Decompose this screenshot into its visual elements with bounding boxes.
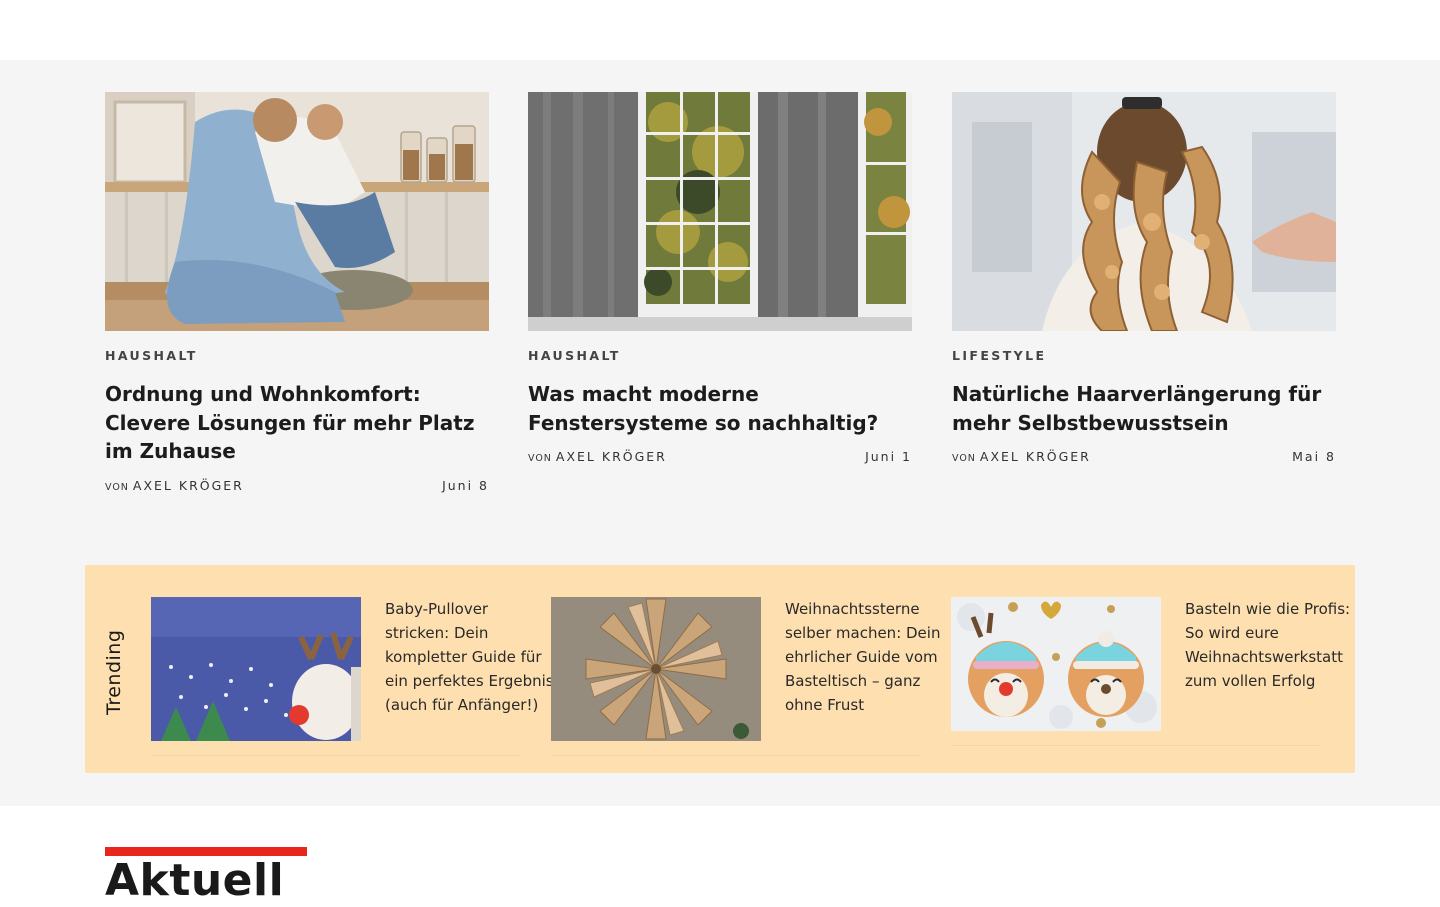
article-image-window[interactable] [528,92,912,331]
top-white-strip [0,0,1440,60]
article-card[interactable]: LIFESTYLE Natürliche Haarverlängerung fü… [952,92,1336,464]
trending-image-paper-reindeer[interactable] [951,597,1161,731]
trending-image-paper-star[interactable] [551,597,761,741]
article-card[interactable]: HAUSHALT Was macht moderne Fenstersystem… [528,92,912,464]
trending-image-knit-sweater[interactable] [151,597,361,741]
article-byline: VON AXEL KRÖGER [105,478,244,493]
article-date: Mai 8 [1292,449,1336,464]
article-byline: VON AXEL KRÖGER [952,449,1091,464]
trending-title[interactable]: Basteln wie die Profis: So wird eure Wei… [1185,597,1355,693]
trending-title[interactable]: Weihnachtssterne selber machen: Dein ehr… [785,597,955,717]
article-meta: VON AXEL KRÖGER Juni 8 [105,478,489,493]
article-author[interactable]: AXEL KRÖGER [980,449,1091,464]
article-category[interactable]: HAUSHALT [105,348,489,364]
trending-label: Trending [103,629,125,715]
trending-divider [151,755,521,756]
article-author[interactable]: AXEL KRÖGER [133,478,244,493]
byline-prefix: VON [528,453,552,464]
article-title[interactable]: Natürliche Haarverlängerung für mehr Sel… [952,380,1336,437]
byline-prefix: VON [952,453,976,464]
article-category[interactable]: LIFESTYLE [952,348,1336,364]
article-date: Juni 1 [865,449,912,464]
article-meta: VON AXEL KRÖGER Mai 8 [952,449,1336,464]
trending-divider [551,755,921,756]
article-image-family-shelf[interactable] [105,92,489,331]
article-title[interactable]: Ordnung und Wohnkomfort: Clevere Lösunge… [105,380,489,466]
article-image-hair-curls[interactable] [952,92,1336,331]
trending-title[interactable]: Baby-Pullover stricken: Dein kompletter … [385,597,555,717]
article-card[interactable]: HAUSHALT Ordnung und Wohnkomfort: Clever… [105,92,489,493]
byline-prefix: VON [105,481,129,493]
article-date: Juni 8 [442,477,489,493]
article-title[interactable]: Was macht moderne Fenstersysteme so nach… [528,380,912,437]
article-meta: VON AXEL KRÖGER Juni 1 [528,449,912,464]
article-category[interactable]: HAUSHALT [528,348,912,364]
trending-divider [951,745,1321,746]
article-byline: VON AXEL KRÖGER [528,449,667,464]
article-author[interactable]: AXEL KRÖGER [556,449,667,464]
section-heading-aktuell: Aktuell [105,855,285,906]
